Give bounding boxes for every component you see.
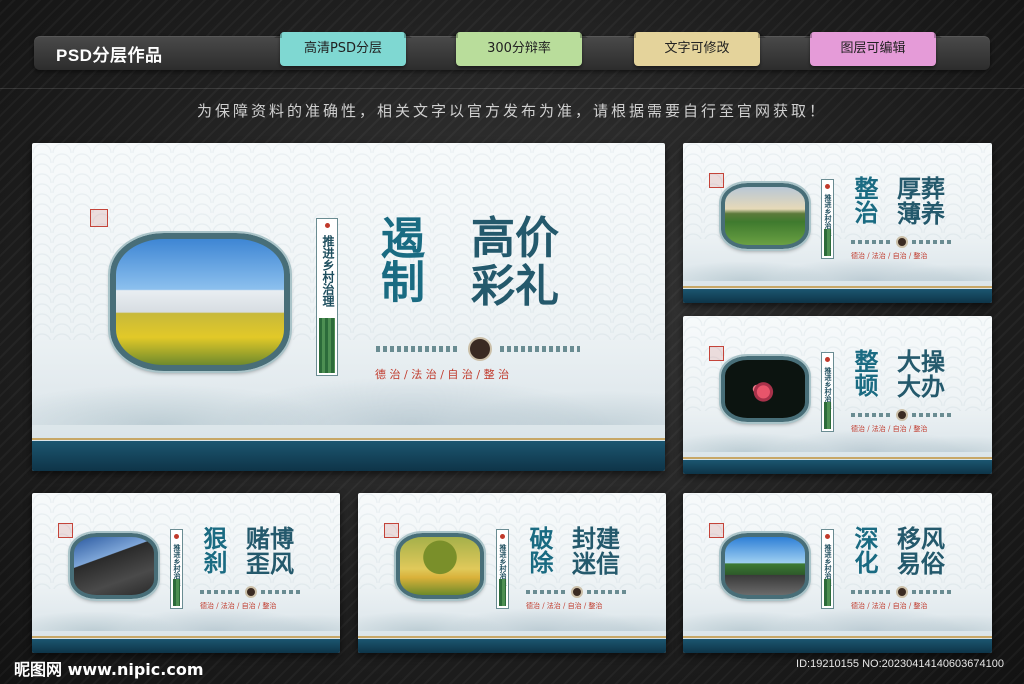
emblem-icon	[896, 586, 908, 598]
village-image	[108, 231, 292, 373]
subtitle: 德治 / 法治 / 自治 / 整治	[851, 602, 928, 610]
plum-blossom-image	[719, 354, 811, 424]
tree-image	[394, 531, 486, 601]
board-main: 推进乡村治理 遏制 高价彩礼 德 治 / 法 治 / 自 治 / 整 治	[32, 143, 665, 471]
ornament-right	[587, 590, 629, 594]
ornament-right	[261, 590, 303, 594]
title-b: 高价彩礼	[471, 213, 559, 313]
subtitle: 德治 / 法治 / 自治 / 整治	[851, 252, 928, 260]
ornament-right	[912, 590, 954, 594]
bamboo-decoration	[319, 318, 335, 373]
seal-stamp	[709, 173, 724, 188]
seal-stamp	[90, 209, 108, 227]
red-dot	[825, 184, 830, 189]
title-b: 赌博歪风	[246, 524, 294, 579]
vertical-scroll: 推进乡村治理	[496, 529, 509, 609]
board-2: 推进乡村治理 整治 厚葬薄养 德治 / 法治 / 自治 / 整治	[683, 143, 992, 303]
tag-editable-layers: 图层可编辑	[810, 32, 936, 66]
header-bar: PSD分层作品 高清PSD分层 300分辩率 文字可修改 图层可编辑	[34, 32, 990, 70]
tag-hd-psd: 高清PSD分层	[280, 32, 406, 66]
seal-stamp	[709, 523, 724, 538]
emblem-icon	[896, 236, 908, 248]
title-b: 移风易俗	[897, 524, 945, 579]
temple-roof-image	[68, 531, 160, 601]
bottom-band	[683, 635, 992, 653]
header-title: PSD分层作品	[56, 46, 163, 65]
title-a: 遏制	[373, 215, 424, 303]
emblem-icon	[245, 586, 257, 598]
ornament-right	[912, 240, 954, 244]
title-b: 大操大办	[897, 347, 945, 402]
bamboo-decoration	[824, 228, 831, 256]
ornament-left	[851, 590, 893, 594]
red-dot	[324, 223, 330, 228]
title-a: 整治	[850, 176, 879, 224]
title-a: 整顿	[850, 349, 879, 397]
vertical-scroll: 推进乡村治理	[316, 218, 338, 376]
red-dot	[825, 357, 830, 362]
emblem-icon	[896, 409, 908, 421]
vertical-scroll: 推进乡村治理	[821, 352, 834, 432]
vertical-scroll: 推进乡村治理	[821, 179, 834, 259]
ornament-left	[376, 346, 458, 352]
emblem-icon	[571, 586, 583, 598]
ornament-right	[912, 413, 954, 417]
vertical-scroll: 推进乡村治理	[170, 529, 183, 609]
bamboo-decoration	[499, 578, 506, 606]
village-house-image	[719, 531, 811, 601]
scroll-text: 推进乡村治理	[321, 235, 335, 307]
board-4: 推进乡村治理 狠刹 赌博歪风 德治 / 法治 / 自治 / 整治	[32, 493, 340, 653]
bottom-band	[32, 635, 340, 653]
ornament-left	[526, 590, 568, 594]
subtitle: 德 治 / 法 治 / 自 治 / 整 治	[375, 368, 510, 381]
emblem-icon	[468, 337, 492, 361]
bamboo-decoration	[824, 401, 831, 429]
title-a: 深化	[850, 526, 879, 574]
ornament-right	[500, 346, 580, 352]
bamboo-decoration	[173, 578, 180, 606]
bottom-band	[683, 456, 992, 474]
vertical-scroll: 推进乡村治理	[821, 529, 834, 609]
subtitle: 德治 / 法治 / 自治 / 整治	[200, 602, 277, 610]
red-dot	[825, 534, 830, 539]
seal-stamp	[709, 346, 724, 361]
bottom-band	[358, 635, 666, 653]
bottom-band	[683, 285, 992, 303]
bottom-band	[32, 438, 665, 471]
seal-stamp	[58, 523, 73, 538]
board-5: 推进乡村治理 破除 封建迷信 德治 / 法治 / 自治 / 整治	[358, 493, 666, 653]
tag-editable-text: 文字可修改	[634, 32, 760, 66]
notice-text: 为保障资料的准确性，相关文字以官方发布为准，请根据需要自行至官网获取！	[196, 102, 827, 120]
subtitle: 德治 / 法治 / 自治 / 整治	[526, 602, 603, 610]
board-3: 推进乡村治理 整顿 大操大办 德治 / 法治 / 自治 / 整治	[683, 316, 992, 474]
watermark-id: ID:19210155 NO:20230414140603674100	[796, 658, 1004, 670]
subtitle: 德治 / 法治 / 自治 / 整治	[851, 425, 928, 433]
watermark-logo: 昵图网 www.nipic.com	[14, 660, 204, 679]
tag-resolution: 300分辩率	[456, 32, 582, 66]
red-dot	[500, 534, 505, 539]
divider	[0, 88, 1024, 89]
seal-stamp	[384, 523, 399, 538]
ornament-left	[200, 590, 242, 594]
title-b: 厚葬薄养	[897, 174, 945, 229]
title-a: 狠刹	[199, 526, 228, 574]
title-b: 封建迷信	[572, 524, 620, 579]
board-6: 推进乡村治理 深化 移风易俗 德治 / 法治 / 自治 / 整治	[683, 493, 992, 653]
red-dot	[174, 534, 179, 539]
ornament-left	[851, 240, 893, 244]
title-a: 破除	[525, 526, 554, 574]
tea-field-image	[719, 181, 811, 251]
bamboo-decoration	[824, 578, 831, 606]
ornament-left	[851, 413, 893, 417]
